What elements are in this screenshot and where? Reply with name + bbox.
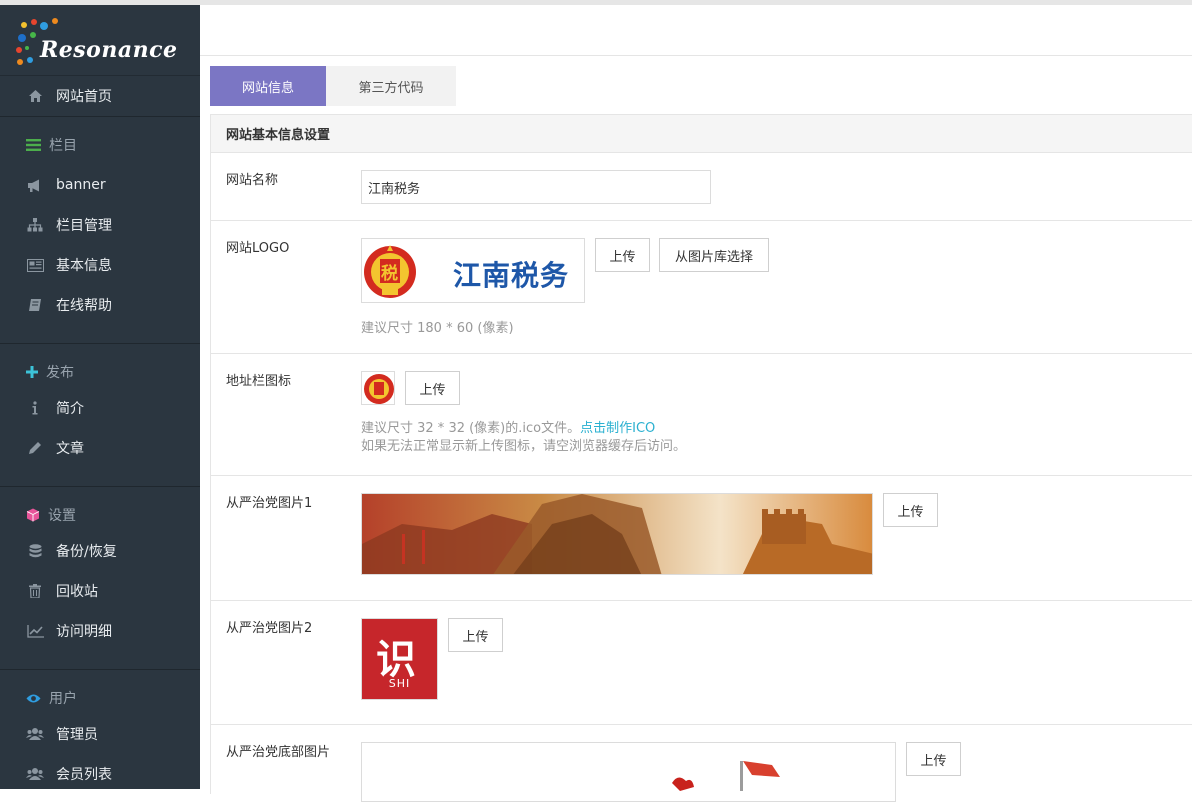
image-2-label: 从严治党图片2: [226, 621, 313, 636]
pencil-icon: [26, 440, 44, 456]
favicon-hint: 建议尺寸 32 * 32 (像素)的.ico文件。点击制作ICO 如果无法正常显…: [361, 420, 686, 456]
image-2-upload-button[interactable]: 上传: [448, 618, 503, 652]
sidebar-item-admins[interactable]: 管理员: [0, 714, 200, 754]
database-icon: [26, 543, 44, 559]
sidebar-item-banner[interactable]: banner: [0, 165, 200, 205]
site-name-input[interactable]: [361, 170, 711, 204]
sidebar-item-members[interactable]: 会员列表: [0, 754, 200, 794]
form-row-image-2: 从严治党图片2 识 SHI 上传: [211, 601, 1192, 725]
image-2-preview: 识 SHI: [361, 618, 438, 700]
sidebar-item-label: 简介: [56, 401, 84, 417]
tab-bar: 网站信息 第三方代码: [210, 66, 456, 106]
app-logo[interactable]: Resonance: [0, 5, 200, 76]
great-wall-banner-image: [362, 494, 872, 574]
sidebar: Resonance 网站首页 栏目 banner 栏目管理 基本信息 在线帮助 …: [0, 5, 200, 789]
sidebar-item-label: 在线帮助: [56, 298, 112, 314]
favicon-upload-button[interactable]: 上传: [405, 371, 460, 405]
sidebar-item-intro[interactable]: 简介: [0, 388, 200, 428]
form-row-image-1: 从严治党图片1 上传: [211, 476, 1192, 601]
sidebar-item-label: 网站首页: [56, 89, 112, 105]
sidebar-section-publish: 发布: [0, 352, 200, 392]
form-row-site-name: 网站名称: [211, 153, 1192, 221]
sidebar-item-lanmu-manage[interactable]: 栏目管理: [0, 205, 200, 245]
sidebar-section-label: 设置: [48, 508, 76, 524]
book-icon: [26, 297, 44, 313]
sidebar-item-label: 备份/恢复: [56, 544, 117, 560]
sidebar-item-label: 文章: [56, 441, 84, 457]
favicon-emblem-icon: [364, 374, 394, 404]
sidebar-item-backup[interactable]: 备份/恢复: [0, 531, 200, 571]
sidebar-item-label: 会员列表: [56, 767, 112, 783]
sidebar-section-settings: 设置: [0, 495, 200, 535]
info-icon: [26, 400, 44, 416]
main-content: 网站信息 第三方代码 网站基本信息设置 网站名称 网站LOGO 税 江南税务: [200, 5, 1192, 802]
sidebar-item-home[interactable]: 网站首页: [0, 76, 200, 116]
users-icon: [26, 726, 44, 742]
brand-name: Resonance: [40, 37, 178, 63]
sidebar-section-label: 栏目: [49, 138, 77, 154]
form-row-bottom-image: 从严治党底部图片 上传: [211, 725, 1192, 802]
choose-from-library-button[interactable]: 从图片库选择: [659, 238, 769, 272]
top-bar: [200, 5, 1192, 56]
panel-title: 网站基本信息设置: [211, 115, 1192, 153]
plus-icon: [26, 366, 38, 378]
logo-preview: 税 江南税务: [361, 238, 585, 303]
image-1-preview: [361, 493, 873, 575]
image-1-label: 从严治党图片1: [226, 496, 313, 511]
sitemap-icon: [26, 217, 44, 233]
logo-upload-button[interactable]: 上传: [595, 238, 650, 272]
bottom-image-label: 从严治党底部图片: [226, 745, 331, 760]
sidebar-section-label: 用户: [49, 691, 77, 707]
sidebar-item-label: 访问明细: [56, 624, 112, 640]
logo-size-hint: 建议尺寸 180 * 60 (像素): [361, 321, 514, 336]
sidebar-item-label: 回收站: [56, 584, 98, 600]
sidebar-section-lanmu: 栏目: [0, 125, 200, 165]
list-icon: [26, 139, 41, 151]
bullhorn-icon: [26, 177, 44, 193]
sidebar-item-label: banner: [56, 177, 106, 193]
bottom-image-preview: [361, 742, 896, 802]
favicon-cache-hint: 如果无法正常显示新上传图标，请空浏览器缓存后访问。: [361, 439, 687, 454]
logo-label: 网站LOGO: [226, 241, 290, 256]
image-2-caption: SHI: [388, 677, 411, 690]
sidebar-item-article[interactable]: 文章: [0, 428, 200, 468]
sidebar-item-recycle[interactable]: 回收站: [0, 571, 200, 611]
tab-third-party-code[interactable]: 第三方代码: [326, 66, 456, 106]
sidebar-item-label: 栏目管理: [56, 218, 112, 234]
tab-site-info[interactable]: 网站信息: [210, 66, 326, 106]
sidebar-item-help[interactable]: 在线帮助: [0, 285, 200, 325]
logo-text: 江南税务: [453, 259, 570, 292]
users-icon: [26, 766, 44, 782]
site-name-label: 网站名称: [226, 173, 279, 188]
bottom-flag-image: [672, 761, 780, 791]
image-1-upload-button[interactable]: 上传: [883, 493, 938, 527]
sidebar-item-visits[interactable]: 访问明细: [0, 611, 200, 651]
line-chart-icon: [26, 623, 44, 639]
sidebar-item-label: 基本信息: [56, 258, 112, 274]
sidebar-item-basic-info[interactable]: 基本信息: [0, 245, 200, 285]
cube-icon: [26, 508, 40, 522]
eye-icon: [26, 693, 41, 704]
sidebar-item-label: 管理员: [56, 727, 98, 743]
home-icon: [26, 88, 44, 104]
logo-emblem-glyph: 税: [381, 264, 398, 284]
form-row-logo: 网站LOGO 税 江南税务 上传 从图片库选择 建议尺寸 180 * 60 (像…: [211, 221, 1192, 354]
sidebar-section-users: 用户: [0, 678, 200, 718]
make-ico-link[interactable]: 点击制作ICO: [580, 421, 655, 436]
settings-panel: 网站基本信息设置 网站名称 网站LOGO 税 江南税务 上传 从图片库选择: [210, 114, 1192, 802]
sidebar-section-label: 发布: [46, 365, 74, 381]
favicon-label: 地址栏图标: [226, 374, 292, 389]
form-row-favicon: 地址栏图标 上传 建议尺寸 32 * 32 (像素)的.ico文件。点击制作IC…: [211, 354, 1192, 476]
bottom-image-upload-button[interactable]: 上传: [906, 742, 961, 776]
favicon-size-hint: 建议尺寸 32 * 32 (像素)的.ico文件。: [361, 421, 581, 436]
newspaper-icon: [26, 257, 44, 273]
trash-icon: [26, 583, 44, 599]
favicon-preview: [361, 371, 395, 405]
